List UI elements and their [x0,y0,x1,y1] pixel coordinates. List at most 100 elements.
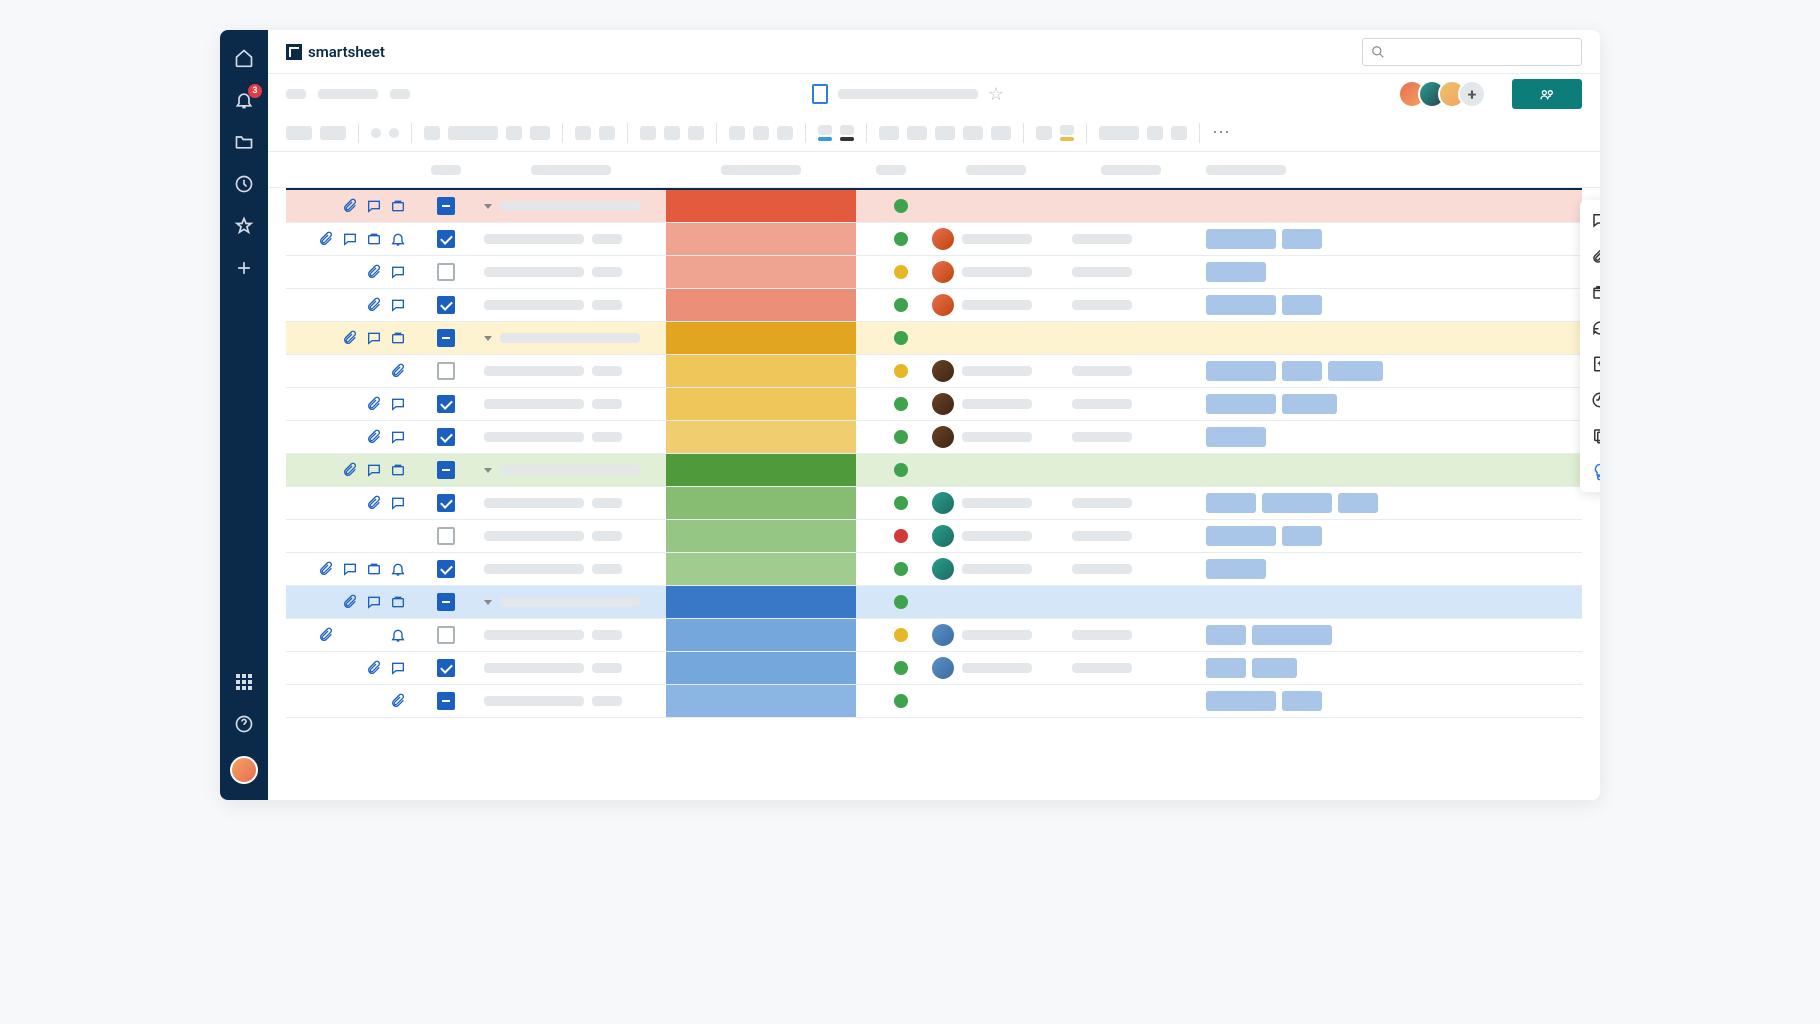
crumb-item[interactable] [390,89,410,99]
health-dot[interactable] [894,529,908,543]
tag[interactable] [1282,394,1337,414]
summary-icon[interactable] [1590,426,1600,446]
status-cell[interactable] [666,388,856,420]
update-requests-icon[interactable] [1590,318,1600,338]
tag[interactable] [1206,691,1276,711]
health-dot[interactable] [894,628,908,642]
checkbox[interactable] [437,593,455,611]
table-row[interactable] [286,685,1582,718]
proof-icon[interactable] [390,594,406,610]
checkbox[interactable] [437,527,455,545]
table-row[interactable] [286,619,1582,652]
health-dot[interactable] [894,595,908,609]
attach-icon[interactable] [342,198,358,214]
assignee-avatar[interactable] [932,360,954,382]
table-row[interactable] [286,487,1582,520]
tb-item[interactable] [320,126,346,140]
publish-icon[interactable] [1590,354,1600,374]
comment-icon[interactable] [390,396,406,412]
sheet-title[interactable] [838,89,978,99]
table-row[interactable] [286,520,1582,553]
attach-icon[interactable] [366,429,382,445]
tag[interactable] [1282,361,1322,381]
status-cell[interactable] [666,619,856,651]
task-name[interactable] [484,531,584,541]
date-value[interactable] [1072,234,1132,244]
tag[interactable] [1282,526,1322,546]
comment-icon[interactable] [390,297,406,313]
task-name[interactable] [484,267,584,277]
comment-icon[interactable] [342,561,358,577]
tb-item[interactable] [664,126,680,140]
tb-item[interactable] [753,126,769,140]
apps-icon[interactable] [234,672,254,692]
tb-item[interactable] [907,126,927,140]
comment-icon[interactable] [366,594,382,610]
tag[interactable] [1262,493,1332,513]
checkbox[interactable] [437,461,455,479]
attach-icon[interactable] [318,231,334,247]
comment-icon[interactable] [366,198,382,214]
activity-icon[interactable] [1590,390,1600,410]
checkbox[interactable] [437,296,455,314]
status-cell[interactable] [666,223,856,255]
tb-item[interactable] [599,126,615,140]
attach-icon[interactable] [366,495,382,511]
tb-item[interactable] [688,126,704,140]
tag[interactable] [1206,493,1256,513]
col-header[interactable] [531,165,611,175]
brand-logo[interactable]: smartsheet [286,43,385,61]
checkbox[interactable] [437,362,455,380]
assignee-avatar[interactable] [932,228,954,250]
folder-icon[interactable] [234,132,254,152]
status-cell[interactable] [666,685,856,717]
proof-icon[interactable] [366,231,382,247]
checkbox[interactable] [437,197,455,215]
assignee-avatar[interactable] [932,294,954,316]
health-dot[interactable] [894,397,908,411]
assignee-avatar[interactable] [932,426,954,448]
table-row[interactable] [286,289,1582,322]
attach-icon[interactable] [342,462,358,478]
table-row[interactable] [286,553,1582,586]
tb-item[interactable] [640,126,656,140]
expand-caret-icon[interactable] [484,336,492,341]
attach-icon[interactable] [342,330,358,346]
bell-icon[interactable] [390,231,406,247]
bell-icon[interactable] [390,561,406,577]
proof-icon[interactable] [390,462,406,478]
col-header[interactable] [876,165,906,175]
proof-icon[interactable] [390,330,406,346]
search-input[interactable] [1362,38,1582,66]
assignee-avatar[interactable] [932,657,954,679]
checkbox[interactable] [437,659,455,677]
attach-icon[interactable] [366,297,382,313]
col-header[interactable] [431,165,461,175]
tag[interactable] [1338,493,1378,513]
toolbar-more-icon[interactable]: ⋯ [1212,122,1232,143]
star-icon[interactable]: ☆ [988,84,1004,105]
tag[interactable] [1282,229,1322,249]
tag[interactable] [1328,361,1383,381]
recent-icon[interactable] [234,174,254,194]
date-value[interactable] [1072,663,1132,673]
attach-icon[interactable] [342,594,358,610]
data-grid[interactable] [286,188,1582,800]
health-dot[interactable] [894,661,908,675]
tag[interactable] [1206,361,1276,381]
status-cell[interactable] [666,652,856,684]
expand-caret-icon[interactable] [484,204,492,209]
tag[interactable] [1206,559,1266,579]
table-row[interactable] [286,586,1582,619]
assignee-avatar[interactable] [932,624,954,646]
comment-icon[interactable] [342,231,358,247]
comment-icon[interactable] [390,495,406,511]
comment-icon[interactable] [390,660,406,676]
health-dot[interactable] [894,463,908,477]
tag[interactable] [1206,427,1266,447]
checkbox[interactable] [437,395,455,413]
date-value[interactable] [1072,267,1132,277]
task-name[interactable] [484,300,584,310]
user-avatar[interactable] [230,756,258,784]
health-dot[interactable] [894,364,908,378]
